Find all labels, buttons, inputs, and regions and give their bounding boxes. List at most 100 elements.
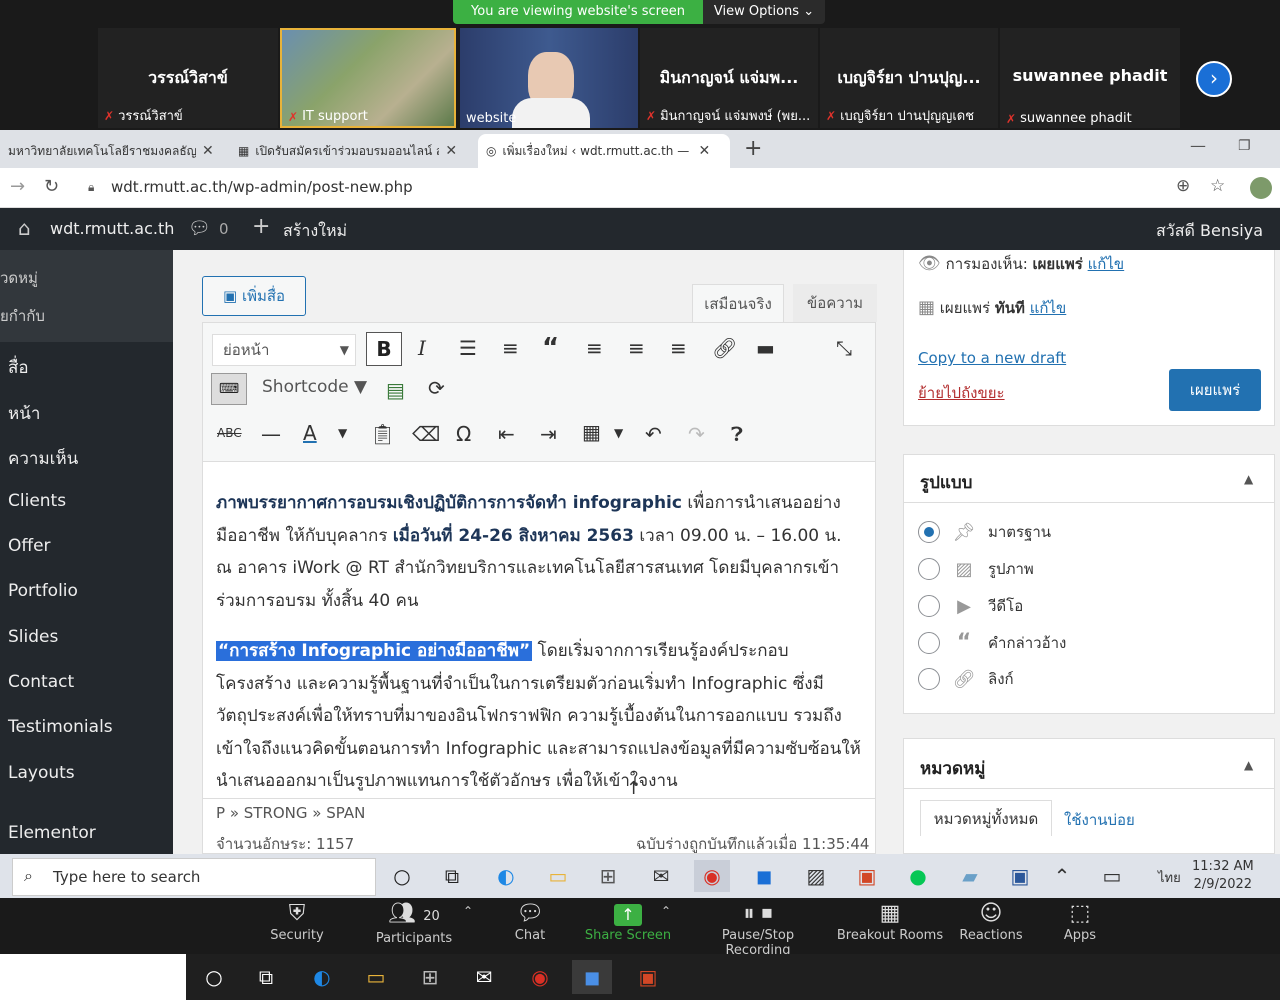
sidebar-item-offer[interactable]: Offer [8,536,51,556]
tab-most-used[interactable]: ใช้งานบ่อย [1064,808,1135,832]
powerpoint-icon[interactable]: ▣ [849,860,885,892]
chrome-icon[interactable]: ◉ [520,960,560,994]
participant-tile[interactable]: suwannee phadit ✗ suwannee phadit [1000,28,1180,128]
radio[interactable] [918,595,940,617]
tab-close-icon[interactable]: ✕ [445,134,457,168]
paragraph-1[interactable]: ภาพบรรยากาศการอบรมเชิงปฏิบัติการการจัดทำ… [216,487,861,617]
move-to-trash-link[interactable]: ย้ายไปถังขยะ [918,381,1005,405]
sidebar-item-contact[interactable]: Contact [8,672,74,692]
site-name-link[interactable]: wdt.rmutt.ac.th [50,219,174,238]
tab-text[interactable]: ข้อความ [793,284,877,322]
tab-all-categories[interactable]: หมวดหมู่ทั้งหมด [920,800,1052,836]
horizontal-line-icon[interactable]: — [261,422,281,446]
pause-stop-recording-button[interactable]: ⏸ ⏹ Pause/Stop Recording [690,900,826,958]
taskbar-search-input[interactable]: Type here to search [12,858,376,896]
paragraph-2[interactable]: “การสร้าง Infographic อย่างมืออาชีพ” โดย… [216,635,861,797]
format-option-standard[interactable]: 📌︎ มาตรฐาน [918,520,1051,544]
network-icon[interactable]: ▭ [1094,860,1130,892]
tray-chevron-icon[interactable]: ⌃ [1044,860,1080,892]
participant-tile[interactable]: วรรณ์วิสาข์ ✗ วรรณ์วิสาข์ [98,28,278,128]
paste-text-icon[interactable]: 📋︎ [370,422,395,446]
tab-visual[interactable]: เสมือนจริง [692,284,784,322]
collapse-caret-icon[interactable]: ▲ [1244,758,1253,772]
bookmark-star-icon[interactable]: ☆ [1210,176,1225,196]
sidebar-item-slides[interactable]: Slides [8,627,58,647]
task-view-icon[interactable]: ⧉ [434,860,470,892]
restore-window-icon[interactable]: ❐ [1238,138,1251,154]
participant-tile-video[interactable]: website [460,28,638,128]
zoom-icon[interactable]: ◼ [572,960,612,994]
sidebar-item-portfolio[interactable]: Portfolio [8,581,78,601]
lock-icon[interactable]: 🔒︎ [88,180,94,195]
notes-icon[interactable]: ▰ [952,860,988,892]
bullet-list-icon[interactable]: ☰ [459,336,477,360]
word-icon[interactable]: ▣ [1002,860,1038,892]
chrome-icon[interactable]: ◉ [694,860,730,892]
sidebar-item-layouts[interactable]: Layouts [8,763,75,783]
format-option-image[interactable]: ▨ รูปภาพ [918,557,1034,581]
view-options-button[interactable]: View Options ⌄ [703,0,825,24]
table-icon[interactable]: ▦ [582,420,601,444]
edge-icon[interactable]: ◐ [488,860,524,892]
system-clock[interactable]: 11:32 AM 2/9/2022 [1192,858,1254,894]
sidebar-item-testimonials[interactable]: Testimonials [8,717,113,737]
apps-button[interactable]: ⬚ Apps [1052,900,1108,943]
format-option-link[interactable]: 🔗︎ ลิงก์ [918,667,1014,691]
align-left-icon[interactable]: ≡ [586,336,603,360]
line-icon[interactable]: ● [900,860,936,892]
minimize-icon[interactable]: — [1190,136,1206,155]
format-option-quote[interactable]: “ คำกล่าวอ้าง [918,630,1066,655]
security-button[interactable]: ⛨ Security [262,900,332,943]
back-arrow-icon[interactable]: → [10,176,25,197]
mail-icon[interactable]: ✉ [464,960,504,994]
tab-close-icon[interactable]: ✕ [698,134,710,168]
host-search-area[interactable] [0,954,186,1000]
participant-tile[interactable]: มินกาญจน์ แจ่มพ... ✗ มินกาญจน์ แจ่มพงษ์ (… [640,28,818,128]
new-tab-plus-icon[interactable]: + [744,136,762,161]
comment-bubble-icon[interactable]: 💬︎ [188,218,211,239]
sidebar-item-elementor[interactable]: Elementor [8,823,96,843]
url-field[interactable]: wdt.rmutt.ac.th/wp-admin/post-new.php [111,178,413,196]
share-caret-icon[interactable]: ⌃ [661,904,671,918]
language-indicator[interactable]: ไทย [1158,867,1181,888]
sidebar-item-pages[interactable]: หน้า [8,400,40,427]
plus-icon[interactable]: + [252,214,270,239]
table-dropdown-icon[interactable]: ▼ [614,426,623,440]
zoom-icon[interactable]: ◼ [746,860,782,892]
shortcode-dropdown[interactable]: Shortcode ▼ [262,377,367,397]
chat-button[interactable]: 💬︎ Chat [500,900,560,943]
participants-caret-icon[interactable]: ⌃ [463,904,473,918]
plugin-green-icon[interactable]: ▤ [386,378,405,402]
browser-tab-active[interactable]: ◎ เพิ่มเรื่องใหม่ ‹ wdt.rmutt.ac.th — W … [478,134,730,168]
indent-icon[interactable]: ⇥ [540,422,557,446]
zoom-magnifier-icon[interactable]: ⊕ [1176,176,1190,196]
mail-icon[interactable]: ✉ [643,860,679,892]
next-page-arrow-icon[interactable]: › [1196,61,1232,97]
browser-tab[interactable]: ▦ เปิดรับสมัครเข้าร่วมอบรมออนไลน์ สำหรั … [230,134,474,168]
participant-tile[interactable]: เบญจิร์ยา ปานปุญ... ✗ เบญจิร์ยา ปานปุญญเด… [820,28,998,128]
text-color-icon[interactable]: A [303,421,317,445]
blockquote-icon[interactable]: “ [542,333,559,363]
publish-button[interactable]: เผยแพร่ [1169,369,1261,411]
task-view-icon[interactable]: ⧉ [246,960,286,994]
undo-icon[interactable]: ↶ [645,422,662,446]
outdent-icon[interactable]: ⇤ [498,422,515,446]
store-icon[interactable]: ⊞ [410,960,450,994]
new-content-link[interactable]: สร้างใหม่ [283,219,347,244]
collapse-caret-icon[interactable]: ▲ [1244,472,1253,486]
visibility-edit-link[interactable]: แก้ไข [1088,255,1125,273]
tab-close-icon[interactable]: ✕ [202,134,214,168]
fullscreen-icon[interactable]: ⤡ [836,336,852,360]
breakout-rooms-button[interactable]: ▦ Breakout Rooms [836,900,944,943]
radio[interactable] [918,668,940,690]
participant-tile-video[interactable]: ✗ IT support [280,28,456,128]
refresh-cycle-icon[interactable]: ⟳ [428,376,445,400]
participants-button[interactable]: 👥︎ 20 Participants [372,900,456,946]
toolbar-toggle-keyboard-icon[interactable]: ⌨ [211,373,247,405]
sidebar-sub-tags[interactable]: ยกำกับ [0,304,45,328]
sidebar-item-clients[interactable]: Clients [8,491,66,511]
reactions-button[interactable]: ☺ Reactions [954,900,1028,943]
italic-icon[interactable]: I [418,336,426,360]
profile-avatar[interactable] [1250,177,1272,199]
format-option-video[interactable]: ▶ วีดีโอ [918,594,1023,618]
